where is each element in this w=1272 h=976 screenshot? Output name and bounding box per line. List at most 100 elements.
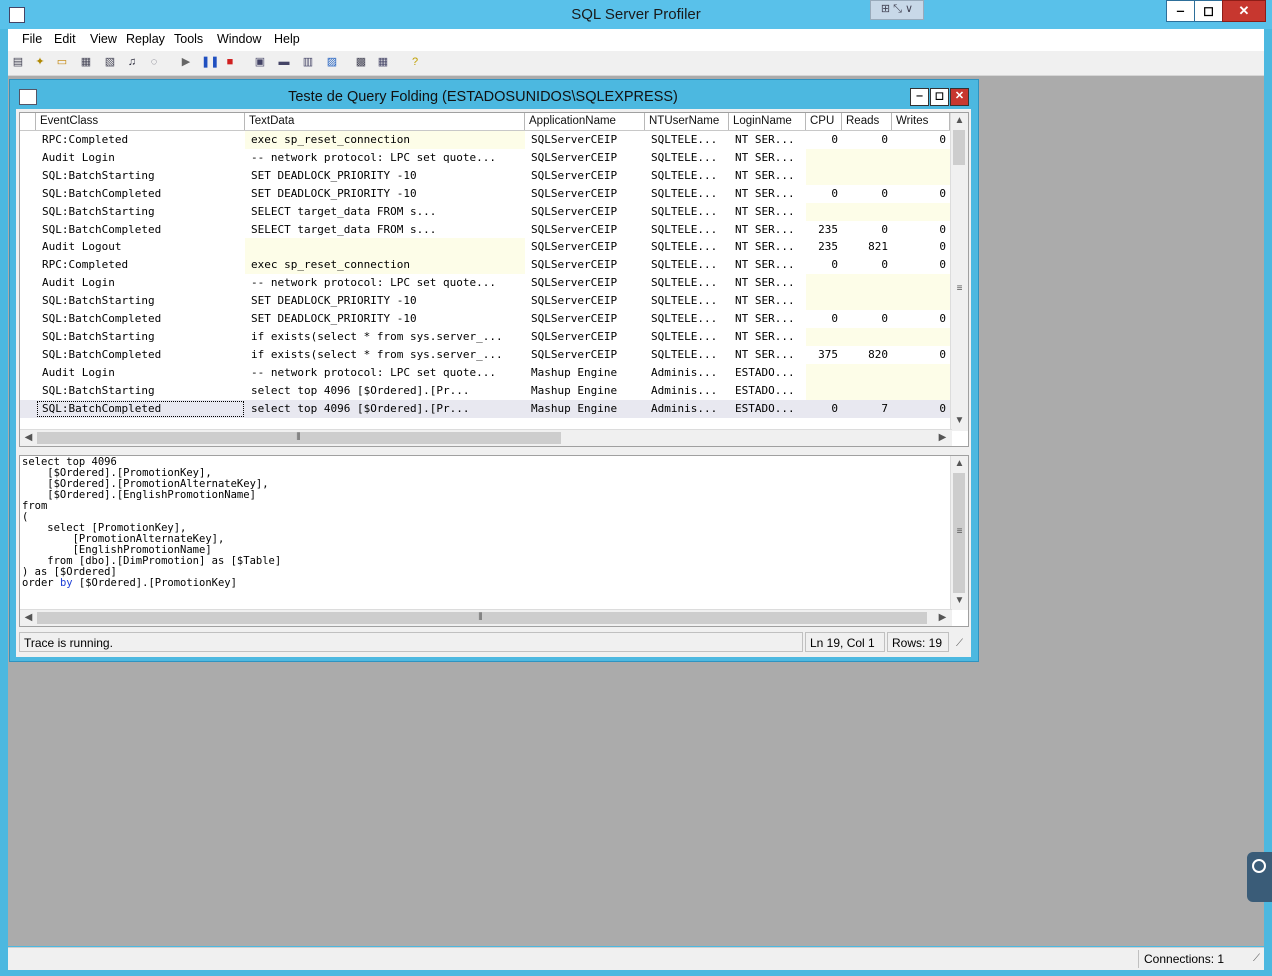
column-header-textdata[interactable]: TextData [245, 113, 525, 130]
cell-reads: 0 [881, 222, 888, 236]
auto-scroll-icon[interactable]: ▣ [253, 56, 267, 69]
trace-row[interactable]: Audit Logout SQLServerCEIP SQLTELE... NT SE… [20, 238, 952, 257]
cell-cpu [806, 363, 842, 382]
cell-app: Mashup Engine [531, 401, 618, 415]
start-icon[interactable]: ▶ [179, 56, 193, 69]
server-icon[interactable]: ▬ [277, 56, 291, 69]
app-status-bar: Connections: 1 ⟋ [8, 947, 1264, 970]
trace-row[interactable]: Audit Login -- network protocol: LPC set … [20, 363, 952, 382]
sql-text[interactable]: select top 4096 [$Ordered].[PromotionKey… [22, 457, 281, 589]
cell-writes [892, 381, 950, 400]
menu-tools[interactable]: Tools [174, 32, 203, 46]
template-icon[interactable]: ▥ [301, 56, 315, 69]
menu-file[interactable]: File [22, 32, 42, 46]
detail-horizontal-scrollbar[interactable]: ◀ ⦀ ▶ [20, 609, 952, 626]
help-icon[interactable]: ? [408, 56, 422, 69]
resize-grip-icon[interactable]: ⟋ [951, 636, 968, 652]
new-trace-icon[interactable]: ▤ [11, 56, 25, 69]
cell-cpu [806, 148, 842, 167]
menu-view[interactable]: View [90, 32, 117, 46]
perfmon-icon[interactable]: ▦ [376, 56, 390, 69]
detail-scroll-up-icon[interactable]: ▲ [951, 456, 968, 472]
find-icon[interactable]: ♫ [125, 56, 139, 69]
maximize-button[interactable]: ◻ [1194, 0, 1223, 22]
trace-row[interactable]: SQL:BatchStarting select top 4096 [$Order… [20, 381, 952, 400]
chart-icon[interactable]: ▩ [354, 56, 368, 69]
column-header-writes[interactable]: Writes [892, 113, 950, 130]
trace-row[interactable]: Audit Login -- network protocol: LPC set … [20, 274, 952, 293]
cell-cpu: 235 [818, 222, 838, 236]
scroll-up-icon[interactable]: ▲ [951, 113, 968, 129]
detail-vertical-scrollbar[interactable]: ▲ ≡ ▼ [950, 456, 968, 610]
cell-writes [892, 166, 950, 185]
column-header-applicationname[interactable]: ApplicationName [525, 113, 645, 130]
trace-row[interactable]: SQL:BatchCompleted select top 4096 [$Orde… [20, 399, 952, 418]
close-button[interactable]: ✕ [1222, 0, 1266, 22]
sql-keyword: by [59, 577, 73, 589]
menu-window[interactable]: Window [217, 32, 261, 46]
trace-restore-button[interactable]: ◻ [930, 88, 949, 106]
trace-row[interactable]: Audit Login -- network protocol: LPC set … [20, 148, 952, 167]
textdata-detail-pane[interactable]: select top 4096 [$Ordered].[PromotionKey… [19, 455, 969, 627]
cell-reads: 821 [868, 240, 888, 254]
grid-vscroll-thumb[interactable] [953, 130, 965, 165]
properties-icon[interactable]: ▧ [103, 56, 117, 69]
trace-row[interactable]: SQL:BatchStarting SET DEADLOCK_PRIORITY -… [20, 166, 952, 185]
header-row-selector[interactable] [20, 113, 36, 130]
cell-cpu [806, 381, 842, 400]
column-header-ntusername[interactable]: NTUserName [645, 113, 729, 130]
column-header-cpu[interactable]: CPU [806, 113, 842, 130]
cell-ntuser: SQLTELE... [651, 168, 718, 182]
scroll-left-icon[interactable]: ◀ [20, 430, 37, 446]
trace-row[interactable]: SQL:BatchStarting SET DEADLOCK_PRIORITY -… [20, 292, 952, 311]
cell-cpu [806, 274, 842, 293]
trace-window-titlebar[interactable]: Teste de Query Folding (ESTADOSUNIDOS\SQ… [10, 80, 978, 109]
menu-edit[interactable]: Edit [54, 32, 76, 46]
window-tiling-widget-icon[interactable]: ⊞ ⤡ ∨ [870, 0, 924, 20]
cell-reads: 0 [881, 258, 888, 272]
side-panel-handle[interactable] [1247, 852, 1272, 902]
trace-row[interactable]: SQL:BatchStarting if exists(select * from… [20, 327, 952, 346]
scroll-right-icon[interactable]: ▶ [934, 430, 951, 446]
trace-row[interactable]: RPC:Completed exec sp_reset_connection SQL… [20, 131, 952, 149]
grid-horizontal-scrollbar[interactable]: ◀ ⦀ ▶ [20, 429, 952, 446]
grid-vertical-scrollbar[interactable]: ▲ ≡ ▼ [950, 113, 968, 431]
column-header-eventclass[interactable]: EventClass [36, 113, 245, 130]
trace-row[interactable]: SQL:BatchStarting SELECT target_data FROM… [20, 202, 952, 221]
trace-row[interactable]: SQL:BatchCompleted SELECT target_data FRO… [20, 221, 952, 239]
minimize-button[interactable]: ‒ [1166, 0, 1195, 22]
cell-cpu [806, 327, 842, 346]
clear-icon[interactable]: ◌ [147, 56, 161, 69]
column-header-reads[interactable]: Reads [842, 113, 892, 130]
app-resize-grip-icon[interactable]: ⟋ [1248, 951, 1265, 967]
detail-scroll-down-icon[interactable]: ▼ [951, 593, 968, 609]
trace-row[interactable]: SQL:BatchCompleted SET DEADLOCK_PRIORITY … [20, 310, 952, 328]
cell-writes: 0 [939, 186, 946, 200]
open-icon[interactable]: ▭ [55, 56, 69, 69]
trace-close-button[interactable]: ✕ [950, 88, 969, 106]
trace-events-grid[interactable]: EventClass TextData ApplicationName NTUserN… [19, 112, 969, 447]
app-titlebar[interactable]: SQL Server Profiler ⊞ ⤡ ∨ ‒ ◻ ✕ [0, 0, 1272, 29]
trace-row[interactable]: SQL:BatchCompleted SET DEADLOCK_PRIORITY … [20, 185, 952, 203]
new-template-icon[interactable]: ✦ [33, 56, 47, 69]
trace-row[interactable]: RPC:Completed exec sp_reset_connection SQL… [20, 256, 952, 275]
scroll-down-icon[interactable]: ▼ [951, 413, 968, 429]
menu-help[interactable]: Help [274, 32, 300, 46]
menu-replay[interactable]: Replay [126, 32, 165, 46]
cell-event: RPC:Completed [42, 133, 129, 146]
detail-scroll-right-icon[interactable]: ▶ [934, 610, 951, 626]
detail-scroll-left-icon[interactable]: ◀ [20, 610, 37, 626]
cell-cpu: 375 [818, 347, 838, 361]
column-header-loginname[interactable]: LoginName [729, 113, 806, 130]
trace-row[interactable]: SQL:BatchCompleted if exists(select * fro… [20, 346, 952, 364]
row-count: Rows: 19 [887, 632, 949, 652]
cell-login: ESTADO... [735, 383, 795, 397]
scroll-icon[interactable]: ▨ [325, 56, 339, 69]
pause-icon[interactable]: ❚❚ [201, 56, 219, 69]
cell-reads [842, 166, 892, 185]
trace-minimize-button[interactable]: ‒ [910, 88, 929, 106]
cell-app: SQLServerCEIP [531, 347, 618, 361]
trace-window[interactable]: Teste de Query Folding (ESTADOSUNIDOS\SQ… [9, 79, 979, 662]
save-icon[interactable]: ▦ [79, 56, 93, 69]
stop-icon[interactable]: ■ [223, 56, 237, 69]
